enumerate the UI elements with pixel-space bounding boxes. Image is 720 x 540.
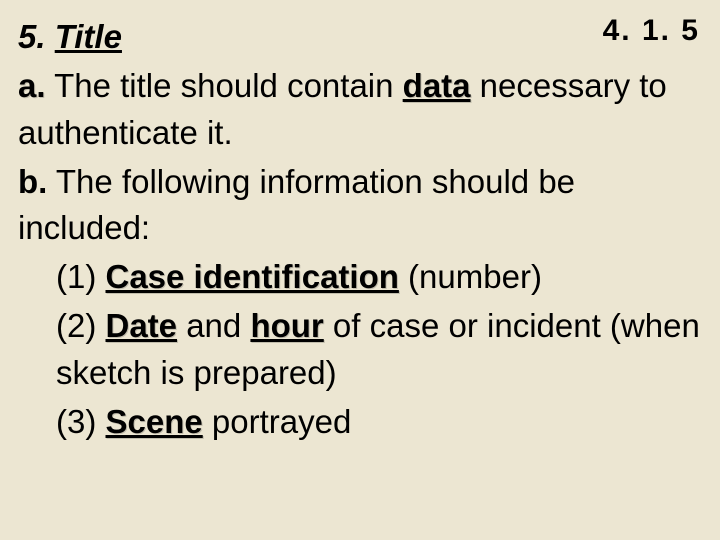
heading-number: 5. <box>18 18 55 55</box>
subitem-2-keyword-2: hour <box>250 307 323 344</box>
subitem-2-num: (2) <box>56 307 106 344</box>
slide-body: 5. Title a. The title should contain dat… <box>18 14 702 446</box>
heading-word: Title <box>55 18 122 55</box>
section-reference: 4. 1. 5 <box>603 14 700 48</box>
heading-line: 5. Title <box>18 14 702 61</box>
subitem-3-num: (3) <box>56 403 106 440</box>
subitem-3: (3) Scene portrayed <box>18 399 702 446</box>
subitem-3-keyword: Scene <box>106 403 203 440</box>
item-b: b. The following information should be i… <box>18 159 702 253</box>
slide: 4. 1. 5 5. Title a. The title should con… <box>0 0 720 540</box>
subitem-1-post: (number) <box>399 258 542 295</box>
subitem-1-num: (1) <box>56 258 106 295</box>
item-a-label: a. <box>18 67 46 104</box>
item-a-pre: The title should contain <box>46 67 403 104</box>
item-a: a. The title should contain data necessa… <box>18 63 702 157</box>
subitem-2: (2) Date and hour of case or incident (w… <box>18 303 702 397</box>
subitem-2-keyword-1: Date <box>106 307 178 344</box>
item-b-text: The following information should be incl… <box>18 163 575 247</box>
item-a-keyword: data <box>403 67 471 104</box>
subitem-2-mid: and <box>177 307 250 344</box>
subitem-3-post: portrayed <box>203 403 352 440</box>
subitem-1: (1) Case identification (number) <box>18 254 702 301</box>
subitem-1-keyword: Case identification <box>106 258 399 295</box>
item-b-label: b. <box>18 163 47 200</box>
